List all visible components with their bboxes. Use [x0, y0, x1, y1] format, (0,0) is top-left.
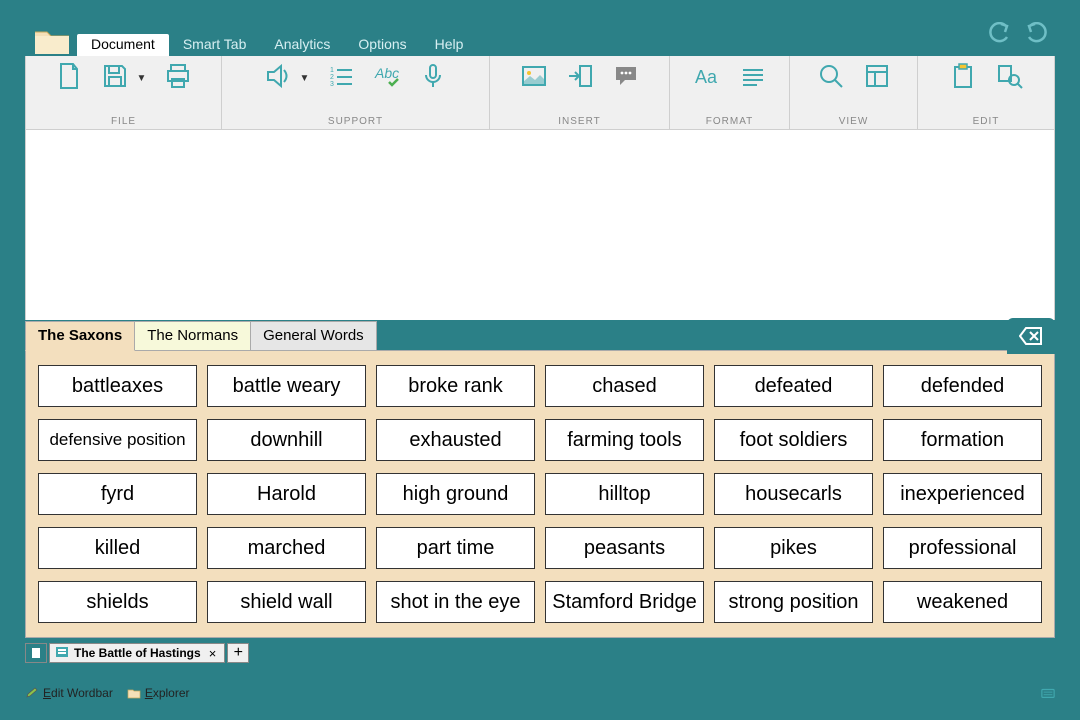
word-cell[interactable]: Harold — [207, 473, 366, 515]
svg-text:3: 3 — [330, 81, 334, 88]
menu-tab-options[interactable]: Options — [344, 34, 420, 56]
speaker-dropdown-caret[interactable]: ▼ — [300, 73, 310, 84]
doc-tab-close[interactable]: × — [207, 646, 219, 661]
word-cell[interactable]: shield wall — [207, 581, 366, 623]
paste-icon[interactable] — [949, 62, 977, 95]
word-cell[interactable]: hilltop — [545, 473, 704, 515]
word-cell[interactable]: professional — [883, 527, 1042, 569]
word-cell[interactable]: chased — [545, 365, 704, 407]
ribbon: ▼ FILE ▼ 123 Abc SUPPORT INSERT Aa FORMA… — [25, 56, 1055, 130]
wordbar-tab-normans[interactable]: The Normans — [134, 321, 251, 351]
wordbar-tab-saxons[interactable]: The Saxons — [25, 321, 135, 351]
word-cell[interactable]: weakened — [883, 581, 1042, 623]
folder-icon[interactable] — [33, 26, 71, 56]
delete-word-button[interactable] — [1007, 318, 1055, 354]
word-cell[interactable]: broke rank — [376, 365, 535, 407]
menu-tab-document[interactable]: Document — [77, 34, 169, 56]
word-cell[interactable]: strong position — [714, 581, 873, 623]
word-cell[interactable]: exhausted — [376, 419, 535, 461]
new-file-icon[interactable] — [55, 62, 83, 95]
status-keyboard-icon[interactable] — [1041, 687, 1055, 699]
word-cell[interactable]: fyrd — [38, 473, 197, 515]
ribbon-group-label: FILE — [111, 116, 136, 127]
image-icon[interactable] — [520, 62, 548, 95]
word-cell[interactable]: foot soldiers — [714, 419, 873, 461]
doc-tab-title: The Battle of Hastings — [74, 646, 201, 660]
doc-tab[interactable]: The Battle of Hastings × — [49, 643, 225, 663]
word-cell[interactable]: shot in the eye — [376, 581, 535, 623]
menu-tabs: Document Smart Tab Analytics Options Hel… — [77, 32, 477, 56]
ribbon-group-label: INSERT — [558, 116, 601, 127]
print-icon[interactable] — [164, 62, 192, 95]
lines-icon[interactable] — [739, 62, 767, 95]
word-cell[interactable]: farming tools — [545, 419, 704, 461]
menu-tab-smart-tab[interactable]: Smart Tab — [169, 34, 261, 56]
word-grid: battleaxesbattle wearybroke rankchasedde… — [25, 350, 1055, 638]
word-cell[interactable]: battle weary — [207, 365, 366, 407]
word-cell[interactable]: downhill — [207, 419, 366, 461]
word-cell[interactable]: housecarls — [714, 473, 873, 515]
word-cell[interactable]: defensive position — [38, 419, 197, 461]
word-cell[interactable]: Stamford Bridge — [545, 581, 704, 623]
doc-tab-app-icon[interactable] — [25, 643, 47, 663]
word-cell[interactable]: marched — [207, 527, 366, 569]
zoom-icon[interactable] — [817, 62, 845, 95]
word-cell[interactable]: defended — [883, 365, 1042, 407]
ribbon-group-label: EDIT — [973, 116, 1000, 127]
ribbon-group-label: VIEW — [839, 116, 869, 127]
doc-mini-icon — [56, 646, 68, 660]
ribbon-group-label: FORMAT — [706, 116, 753, 127]
doc-tab-add[interactable]: + — [227, 643, 249, 663]
layout-icon[interactable] — [863, 62, 891, 95]
save-icon[interactable] — [101, 62, 129, 95]
document-canvas[interactable] — [25, 130, 1055, 320]
edit-wordbar-link[interactable]: Edit Wordbar — [25, 686, 113, 700]
word-cell[interactable]: battleaxes — [38, 365, 197, 407]
wordbar-tabs: The Saxons The Normans General Words — [25, 320, 1055, 350]
mic-icon[interactable] — [419, 62, 447, 95]
word-cell[interactable]: peasants — [545, 527, 704, 569]
undo-icon[interactable] — [986, 22, 1012, 49]
word-cell[interactable]: defeated — [714, 365, 873, 407]
menu-tab-help[interactable]: Help — [421, 34, 478, 56]
find-replace-icon[interactable] — [995, 62, 1023, 95]
menu-tab-analytics[interactable]: Analytics — [260, 34, 344, 56]
svg-text:Aa: Aa — [695, 67, 718, 87]
list-icon[interactable]: 123 — [327, 62, 355, 95]
status-bar: Edit Wordbar Explorer — [25, 684, 1055, 702]
comment-icon[interactable] — [612, 62, 640, 95]
svg-text:2: 2 — [330, 74, 334, 81]
word-cell[interactable]: shields — [38, 581, 197, 623]
redo-icon[interactable] — [1024, 22, 1050, 49]
word-cell[interactable]: killed — [38, 527, 197, 569]
svg-text:Abc: Abc — [374, 65, 399, 81]
word-cell[interactable]: inexperienced — [883, 473, 1042, 515]
ribbon-group-label: SUPPORT — [328, 116, 383, 127]
speaker-icon[interactable] — [264, 62, 292, 95]
insert-right-icon[interactable] — [566, 62, 594, 95]
save-dropdown-caret[interactable]: ▼ — [137, 73, 147, 84]
spellcheck-icon[interactable]: Abc — [373, 62, 401, 95]
wordbar-tab-general[interactable]: General Words — [250, 321, 377, 351]
word-cell[interactable]: part time — [376, 527, 535, 569]
explorer-link[interactable]: Explorer — [127, 686, 190, 700]
svg-text:1: 1 — [330, 67, 334, 74]
word-cell[interactable]: pikes — [714, 527, 873, 569]
font-icon[interactable]: Aa — [693, 62, 721, 95]
word-cell[interactable]: formation — [883, 419, 1042, 461]
word-cell[interactable]: high ground — [376, 473, 535, 515]
